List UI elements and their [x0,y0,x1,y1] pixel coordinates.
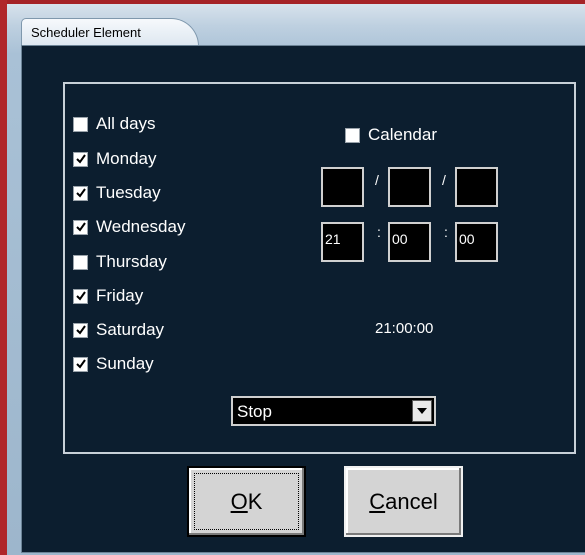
sunday-label: Sunday [96,354,154,373]
wednesday-label: Wednesday [96,217,186,236]
thursday-box[interactable] [73,254,88,270]
seconds-field[interactable]: 00 [455,222,498,262]
all-days-label: All days [96,114,156,133]
sunday-checkbox[interactable]: Sunday [73,354,154,374]
saturday-box[interactable] [73,322,88,338]
wednesday-box[interactable] [73,219,88,235]
check-icon [75,154,86,164]
monday-checkbox[interactable]: Monday [73,149,156,169]
time-separator-1: : [377,224,381,240]
time-separator-2: : [444,224,448,240]
tuesday-checkbox[interactable]: Tuesday [73,183,161,203]
scheduler-window: Scheduler Element All days Monday Tuesda… [7,4,585,555]
focus-rect [194,473,299,530]
action-dropdown[interactable]: Stop [231,396,436,426]
calendar-checkbox[interactable]: Calendar [345,125,437,145]
monday-box[interactable] [73,151,88,167]
dialog-body: All days Monday Tuesday Wednesday Thursd… [21,45,585,553]
saturday-checkbox[interactable]: Saturday [73,320,164,340]
all-days-box[interactable] [73,116,88,132]
all-days-checkbox[interactable]: All days [73,114,156,134]
tuesday-label: Tuesday [96,183,161,202]
check-icon [75,222,86,232]
check-icon [75,359,86,369]
thursday-label: Thursday [96,252,167,271]
date-field-2[interactable] [388,167,431,207]
calendar-label: Calendar [368,125,437,144]
date-field-1[interactable] [321,167,364,207]
cancel-label: Cancel [369,488,438,514]
hours-field[interactable]: 21 [321,222,364,262]
monday-label: Monday [96,149,157,168]
thursday-checkbox[interactable]: Thursday [73,252,167,272]
ok-button[interactable]: OK [187,466,306,537]
friday-box[interactable] [73,288,88,304]
cancel-button[interactable]: Cancel [344,466,463,537]
calendar-box[interactable] [345,127,360,143]
friday-label: Friday [96,286,144,305]
check-icon [75,188,86,198]
check-icon [75,291,86,301]
friday-checkbox[interactable]: Friday [73,286,143,306]
check-icon [75,325,86,335]
chevron-down-icon [417,408,427,414]
saturday-label: Saturday [96,320,165,339]
date-field-3[interactable] [455,167,498,207]
sunday-box[interactable] [73,356,88,372]
minutes-field[interactable]: 00 [388,222,431,262]
date-separator-2: / [442,172,446,188]
window-frame-edge [0,0,7,555]
dropdown-arrow-button[interactable] [412,400,432,422]
action-dropdown-value: Stop [237,402,272,421]
title-tab: Scheduler Element [21,18,199,46]
tuesday-box[interactable] [73,185,88,201]
time-display: 21:00:00 [375,320,434,337]
date-separator-1: / [375,172,379,188]
wednesday-checkbox[interactable]: Wednesday [73,217,185,237]
window-title: Scheduler Element [31,25,141,40]
